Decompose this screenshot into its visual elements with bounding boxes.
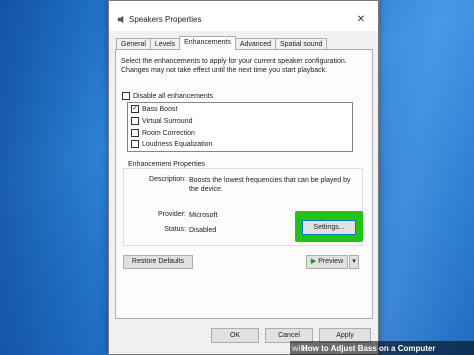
disable-all-checkbox[interactable] bbox=[122, 92, 130, 100]
list-item-loudness-equalization[interactable]: Loudness Equalization bbox=[131, 140, 212, 148]
description-label: Description: bbox=[149, 176, 186, 183]
provider-label: Provider: bbox=[157, 211, 186, 218]
window-title: Speakers Properties bbox=[129, 15, 202, 24]
speaker-icon bbox=[117, 15, 124, 24]
preview-button[interactable]: ▶ Preview bbox=[306, 255, 348, 269]
list-item-virtual-surround[interactable]: Virtual Surround bbox=[131, 117, 192, 125]
intro-text: Select the enhancements to apply for you… bbox=[121, 58, 347, 74]
list-item-bass-boost[interactable]: ✓ Bass Boost bbox=[131, 105, 177, 113]
description-value: Boosts the lowest frequencies that can b… bbox=[189, 177, 351, 193]
play-icon: ▶ bbox=[310, 258, 317, 265]
provider-value: Microsoft bbox=[189, 212, 218, 219]
group-label: Enhancement Properties bbox=[126, 161, 208, 168]
list-item-label: Bass Boost bbox=[142, 105, 178, 113]
preview-dropdown-button[interactable]: ▾ bbox=[349, 255, 359, 269]
list-item-label: Room Correction bbox=[142, 129, 195, 137]
preview-label: Preview bbox=[318, 258, 344, 265]
speakers-properties-dialog: Speakers Properties ✕ General Levels Enh… bbox=[108, 0, 379, 355]
tab-strip: General Levels Enhancements Advanced Spa… bbox=[116, 36, 328, 50]
caption-text: How to Adjust Bass on a Computer bbox=[302, 344, 436, 353]
bass-boost-checkbox[interactable]: ✓ bbox=[131, 105, 139, 113]
settings-button[interactable]: Settings... bbox=[302, 220, 356, 235]
enhancements-list: ✓ Bass Boost Virtual Surround Room Corre… bbox=[127, 102, 353, 152]
list-item-label: Loudness Equalization bbox=[142, 140, 213, 148]
disable-all-row[interactable]: Disable all enhancements bbox=[122, 92, 213, 100]
list-item-label: Virtual Surround bbox=[142, 117, 193, 125]
desktop-background-left bbox=[0, 0, 110, 355]
list-item-room-correction[interactable]: Room Correction bbox=[131, 129, 195, 137]
title-bar[interactable]: Speakers Properties ✕ bbox=[109, 1, 378, 31]
room-correction-checkbox[interactable] bbox=[131, 129, 139, 137]
ok-button[interactable]: OK bbox=[211, 328, 259, 343]
tab-enhancements[interactable]: Enhancements bbox=[179, 36, 236, 50]
restore-defaults-button[interactable]: Restore Defaults bbox=[123, 255, 193, 269]
disable-all-label: Disable all enhancements bbox=[133, 92, 214, 100]
status-label: Status: bbox=[164, 226, 186, 233]
virtual-surround-checkbox[interactable] bbox=[131, 117, 139, 125]
loudness-equalization-checkbox[interactable] bbox=[131, 140, 139, 148]
status-value: Disabled bbox=[189, 227, 217, 234]
close-button[interactable]: ✕ bbox=[354, 13, 368, 27]
